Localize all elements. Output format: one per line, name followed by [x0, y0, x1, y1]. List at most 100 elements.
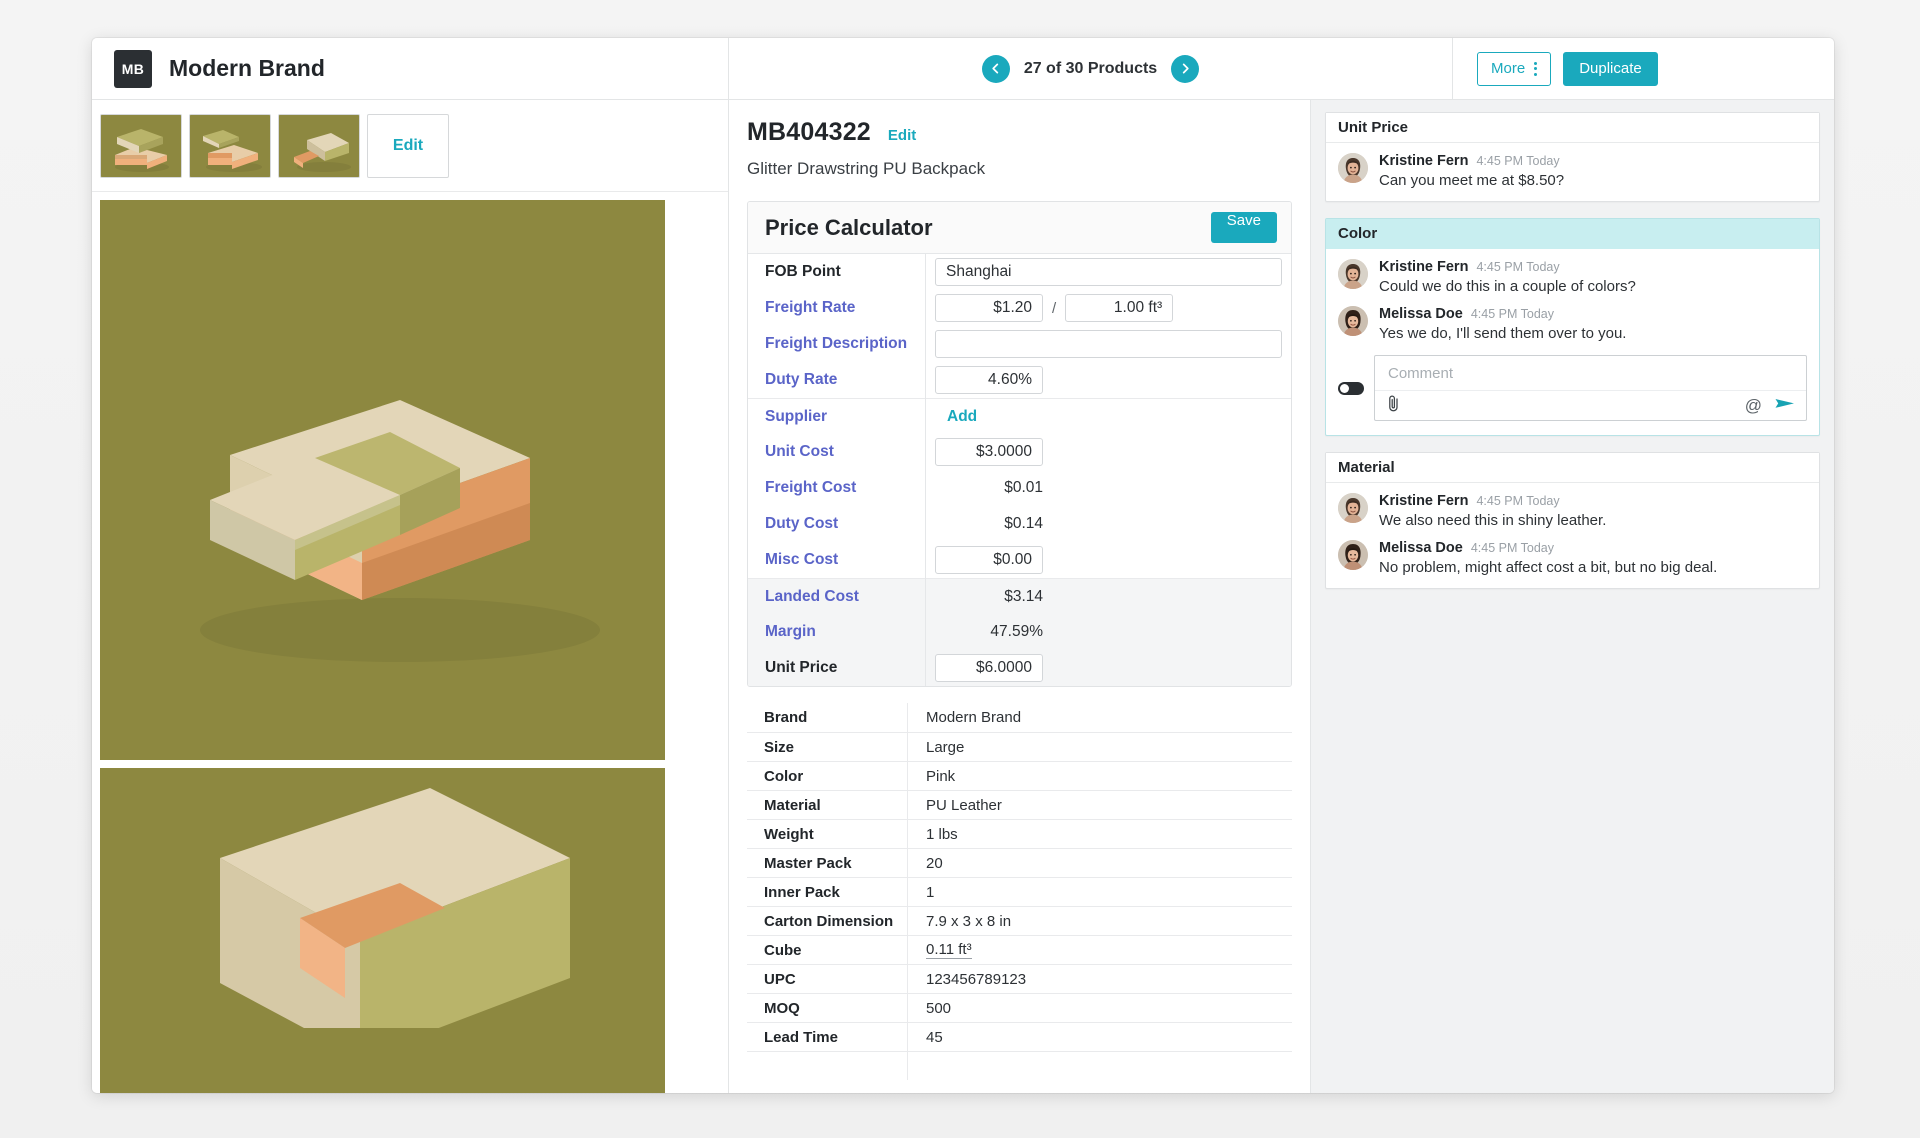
duty-rate-input[interactable]: 4.60%: [935, 366, 1043, 394]
price-calculator-values: Shanghai $1.20 / 1.00 ft³ 4.60% Add $3.0…: [926, 254, 1291, 686]
price-calculator-title: Price Calculator: [765, 214, 933, 240]
misc-cost-input[interactable]: $0.00: [935, 546, 1043, 574]
attribute-value-cube: 0.11 ft³: [907, 935, 1292, 965]
product-image-icon: [101, 114, 181, 177]
calc-label-supplier[interactable]: Supplier: [748, 398, 925, 434]
avatar-kristine-icon: [1338, 259, 1368, 289]
calc-label-misc-cost[interactable]: Misc Cost: [748, 542, 925, 578]
pager-label: 27 of 30 Products: [1023, 59, 1158, 77]
calc-label-freight-description[interactable]: Freight Description: [748, 326, 925, 362]
paperclip-icon[interactable]: [1386, 394, 1401, 418]
freight-rate-input[interactable]: $1.20: [935, 294, 1043, 322]
comments-column: Unit Price Kristine Fern 4:45 PM Today C…: [1311, 100, 1834, 1093]
comment-timestamp: 4:45 PM Today: [1476, 260, 1560, 274]
hero-image-primary[interactable]: [100, 200, 665, 760]
brand-zone: MB Modern Brand: [92, 38, 729, 99]
table-row[interactable]: Weight 1 lbs: [747, 819, 1292, 849]
comment-message: Kristine Fern 4:45 PM Today We also need…: [1338, 493, 1807, 529]
comment-text: Can you meet me at $8.50?: [1379, 172, 1565, 189]
calc-value-unit-cost-row: $3.0000: [926, 434, 1291, 470]
duplicate-button[interactable]: Duplicate: [1563, 51, 1658, 86]
calc-label-duty-cost[interactable]: Duty Cost: [748, 506, 925, 542]
pager: 27 of 30 Products: [981, 54, 1200, 83]
calc-value-supplier-row: Add: [926, 398, 1291, 434]
table-row[interactable]: Color Pink: [747, 761, 1292, 791]
table-row[interactable]: MOQ 500: [747, 993, 1292, 1023]
comment-body: Kristine Fern 4:45 PM Today Could we do …: [1379, 259, 1807, 295]
attribute-key: Master Pack: [764, 854, 852, 872]
product-thumbnail-3[interactable]: [278, 113, 360, 178]
more-button[interactable]: More: [1477, 51, 1552, 86]
product-thumbnail-2[interactable]: [189, 113, 271, 178]
media-column: Edit: [92, 100, 729, 1093]
freight-rate-unit-input[interactable]: 1.00 ft³: [1065, 294, 1174, 322]
attribute-key: Weight: [764, 825, 814, 843]
table-row[interactable]: Size Large: [747, 732, 1292, 762]
calc-label-freight-cost[interactable]: Freight Cost: [748, 470, 925, 506]
calc-label-freight-rate[interactable]: Freight Rate: [748, 290, 925, 326]
comment-text: Could we do this in a couple of colors?: [1379, 278, 1636, 295]
table-row[interactable]: Master Pack 20: [747, 848, 1292, 878]
send-icon[interactable]: [1775, 396, 1795, 416]
add-supplier-link[interactable]: Add: [935, 408, 977, 426]
unit-price-input[interactable]: $6.0000: [935, 654, 1043, 682]
comment-thread-title[interactable]: Material: [1326, 453, 1819, 483]
body-row: Edit MB404322 Edit Glitter Drawstring PU…: [92, 100, 1834, 1093]
unit-cost-input[interactable]: $3.0000: [935, 438, 1043, 466]
table-row[interactable]: Inner Pack 1: [747, 877, 1292, 907]
comment-input[interactable]: Comment: [1375, 356, 1806, 390]
table-row[interactable]: Lead Time 45: [747, 1022, 1292, 1052]
avatar: [1338, 540, 1368, 570]
table-row[interactable]: Cube 0.11 ft³: [747, 935, 1292, 965]
fob-point-input[interactable]: Shanghai: [935, 258, 1282, 286]
calc-label-duty-rate[interactable]: Duty Rate: [748, 362, 925, 398]
comment-thread-title[interactable]: Unit Price: [1326, 113, 1819, 143]
avatar-kristine-icon: [1338, 493, 1368, 523]
price-calculator-labels: FOB Point Freight Rate Freight Descripti…: [748, 254, 926, 686]
save-button[interactable]: Save: [1210, 212, 1277, 243]
table-row[interactable]: Material PU Leather: [747, 790, 1292, 820]
attributes-table: Brand Modern Brand Size Large Color Pink…: [747, 703, 1292, 1080]
edit-images-button[interactable]: Edit: [367, 113, 449, 178]
next-product-button[interactable]: [1171, 54, 1200, 83]
attribute-key: MOQ: [764, 999, 800, 1017]
attribute-key: Color: [764, 767, 804, 785]
calc-label-margin[interactable]: Margin: [748, 614, 925, 650]
calc-label-landed-cost[interactable]: Landed Cost: [748, 578, 925, 614]
table-row[interactable]: Carton Dimension 7.9 x 3 x 8 in: [747, 906, 1292, 936]
comment-thread-body: Kristine Fern 4:45 PM Today Can you meet…: [1326, 143, 1819, 201]
product-image-icon: [190, 114, 270, 177]
hero-image-area: [92, 192, 728, 1093]
freight-description-input[interactable]: [935, 330, 1282, 358]
calc-value-freight-description-row: [926, 326, 1291, 362]
attribute-key: Material: [764, 796, 821, 814]
attribute-value: 45: [907, 1022, 1292, 1052]
comment-author: Kristine Fern: [1379, 493, 1469, 509]
comment-thread-unit-price: Unit Price Kristine Fern 4:45 PM Today C…: [1325, 112, 1820, 202]
table-row[interactable]: UPC 123456789123: [747, 964, 1292, 994]
comment-author: Melissa Doe: [1379, 540, 1463, 556]
top-bar: MB Modern Brand 27 of 30 Products More D…: [92, 38, 1834, 100]
table-row-partial[interactable]: [747, 1051, 1292, 1080]
chevron-left-icon: [992, 63, 999, 74]
edit-product-link[interactable]: Edit: [888, 127, 916, 144]
attribute-value: 20: [907, 848, 1292, 878]
attribute-value: 7.9 x 3 x 8 in: [907, 906, 1292, 936]
hero-image-secondary[interactable]: [100, 768, 665, 1093]
previous-product-button[interactable]: [981, 54, 1010, 83]
table-row[interactable]: Brand Modern Brand: [747, 703, 1292, 732]
calc-label-unit-cost[interactable]: Unit Cost: [748, 434, 925, 470]
avatar-kristine-icon: [1338, 153, 1368, 183]
comment-thread-title[interactable]: Color: [1326, 219, 1819, 249]
attribute-value: 500: [907, 993, 1292, 1023]
freight-rate-group: $1.20 / 1.00 ft³: [935, 294, 1174, 322]
at-mention-icon[interactable]: @: [1745, 397, 1762, 414]
comment-body: Kristine Fern 4:45 PM Today We also need…: [1379, 493, 1807, 529]
product-thumbnail-1[interactable]: [100, 113, 182, 178]
composer-actions: @: [1745, 396, 1795, 416]
freight-cost-value: $0.01: [1004, 479, 1043, 496]
privacy-toggle[interactable]: [1338, 381, 1364, 395]
chevron-right-icon: [1182, 63, 1189, 74]
price-calculator-grid: FOB Point Freight Rate Freight Descripti…: [748, 254, 1291, 686]
attribute-key: UPC: [764, 970, 796, 988]
